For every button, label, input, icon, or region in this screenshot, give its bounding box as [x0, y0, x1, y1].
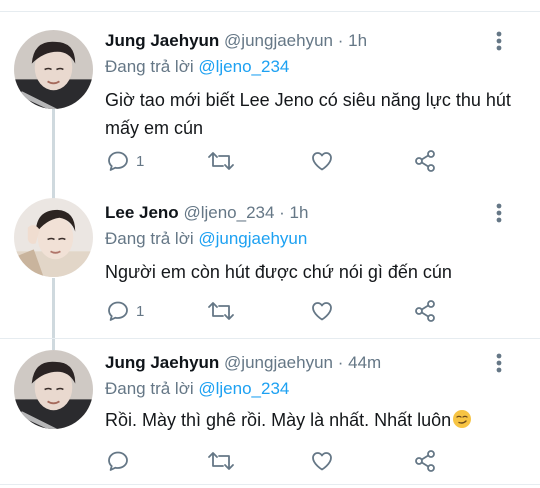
more-options-button[interactable]	[488, 202, 510, 224]
like-button[interactable]	[310, 446, 334, 476]
share-button[interactable]	[413, 446, 437, 476]
separator-dot: ·	[333, 31, 349, 50]
avatar-photo-jaehyun	[14, 30, 93, 109]
tweet-actions	[0, 446, 540, 476]
tweet-text: Rồi. Mày thì ghê rồi. Mày là nhất. Nhất …	[105, 406, 525, 434]
reply-icon	[108, 301, 128, 321]
retweet-icon	[208, 302, 234, 320]
timestamp[interactable]: 1h	[290, 203, 309, 222]
username[interactable]: @ljeno_234	[183, 203, 274, 222]
replying-to-label: Đang trả lời	[105, 379, 199, 398]
avatar[interactable]	[14, 198, 93, 277]
tweet[interactable]: Jung Jaehyun @jungjaehyun · 1h Đang trả …	[0, 30, 540, 180]
mention-link[interactable]: @jungjaehyun	[198, 229, 307, 248]
avatar[interactable]	[14, 30, 93, 109]
reply-button[interactable]	[106, 446, 130, 476]
username[interactable]: @jungjaehyun	[224, 31, 333, 50]
reply-button[interactable]: 1	[106, 146, 144, 176]
replying-to: Đang trả lời @ljeno_234	[105, 378, 289, 400]
reply-icon	[108, 451, 128, 471]
heart-icon	[312, 452, 332, 471]
like-button[interactable]	[310, 146, 334, 176]
heart-icon	[312, 152, 332, 171]
reply-count: 1	[136, 302, 145, 320]
more-options-button[interactable]	[488, 30, 510, 52]
retweet-button[interactable]	[207, 146, 235, 176]
reply-count: 1	[136, 152, 145, 170]
like-button[interactable]	[310, 296, 334, 326]
share-icon	[415, 150, 435, 172]
retweet-button[interactable]	[207, 296, 235, 326]
tweet-header: Jung Jaehyun @jungjaehyun · 44m	[105, 352, 381, 374]
top-divider	[0, 0, 540, 12]
more-options-button[interactable]	[488, 352, 510, 374]
tweet-text: Giờ tao mới biết Lee Jeno có siêu năng l…	[105, 90, 511, 138]
replying-to: Đang trả lời @ljeno_234	[105, 56, 289, 78]
replying-to-label: Đang trả lời	[105, 57, 199, 76]
retweet-button[interactable]	[207, 446, 235, 476]
more-vertical-icon	[496, 31, 502, 51]
tweet-header: Jung Jaehyun @jungjaehyun · 1h	[105, 30, 367, 52]
mention-link[interactable]: @ljeno_234	[198, 57, 289, 76]
share-button[interactable]	[413, 146, 437, 176]
smirk-emoji-icon	[453, 410, 472, 428]
avatar-photo-jaehyun	[14, 350, 93, 429]
replying-to: Đang trả lời @jungjaehyun	[105, 228, 307, 250]
display-name[interactable]: Lee Jeno	[105, 203, 179, 222]
replying-to-label: Đang trả lời	[105, 229, 199, 248]
tweet-text-content: Rồi. Mày thì ghê rồi. Mày là nhất. Nhất …	[105, 410, 452, 430]
display-name[interactable]: Jung Jaehyun	[105, 353, 219, 372]
timestamp[interactable]: 44m	[348, 353, 381, 372]
mention-link[interactable]: @ljeno_234	[198, 379, 289, 398]
tweet-text: Người em còn hút được chứ nói gì đến cún	[105, 262, 452, 282]
tweet-actions: 1	[0, 296, 540, 326]
separator-dot: ·	[274, 203, 290, 222]
tweet-header: Lee Jeno @ljeno_234 · 1h	[105, 202, 308, 224]
avatar[interactable]	[14, 350, 93, 429]
tweet-divider	[0, 338, 540, 339]
reply-button[interactable]: 1	[106, 296, 144, 326]
tweet-actions: 1	[0, 146, 540, 176]
more-vertical-icon	[496, 203, 502, 223]
bottom-divider	[0, 484, 540, 488]
heart-icon	[312, 302, 332, 321]
retweet-icon	[208, 152, 234, 170]
retweet-icon	[208, 452, 234, 470]
share-button[interactable]	[413, 296, 437, 326]
tweet[interactable]: Jung Jaehyun @jungjaehyun · 44m Đang trả…	[0, 350, 540, 480]
display-name[interactable]: Jung Jaehyun	[105, 31, 219, 50]
reply-icon	[108, 151, 128, 171]
tweet[interactable]: Lee Jeno @ljeno_234 · 1h Đang trả lời @j…	[0, 198, 540, 332]
share-icon	[415, 300, 435, 322]
timestamp[interactable]: 1h	[348, 31, 367, 50]
more-vertical-icon	[496, 353, 502, 373]
share-icon	[415, 450, 435, 472]
username[interactable]: @jungjaehyun	[224, 353, 333, 372]
avatar-photo-jeno	[14, 198, 93, 277]
separator-dot: ·	[333, 353, 349, 372]
